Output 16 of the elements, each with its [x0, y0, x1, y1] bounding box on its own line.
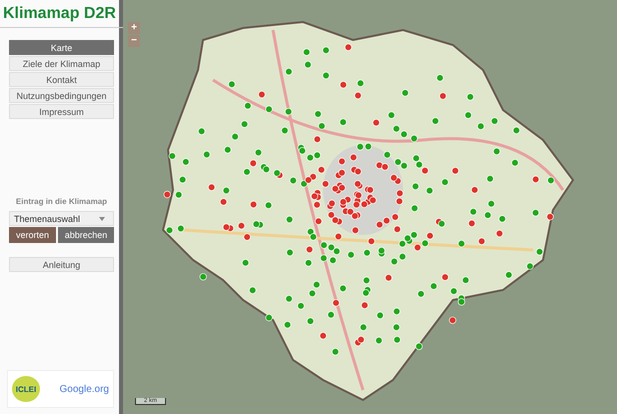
theme-dropdown[interactable]: Themenauswahl [9, 211, 114, 226]
section-heading: Eintrag in die Klimamap [14, 197, 108, 206]
menu-item[interactable]: Karte [9, 40, 114, 55]
caret-icon [99, 216, 105, 220]
menu-item[interactable]: Impressum [9, 104, 114, 119]
iclei-logo: ICLEI [12, 376, 40, 402]
zoom-in-button[interactable]: + [128, 22, 140, 34]
guide-button[interactable]: Anleitung [9, 257, 114, 272]
google-logo: Google.org [60, 384, 109, 394]
menu-item[interactable]: Nutzungsbedingungen [9, 88, 114, 103]
cancel-button[interactable]: abbrechen [58, 227, 114, 243]
locate-button[interactable]: verorten [9, 227, 56, 243]
menu-item[interactable]: Kontakt [9, 72, 114, 87]
app-title: Klimamap D2R [3, 5, 116, 23]
zoom-out-button[interactable]: − [128, 35, 140, 47]
menu-item[interactable]: Ziele der Klimamap [9, 56, 114, 71]
